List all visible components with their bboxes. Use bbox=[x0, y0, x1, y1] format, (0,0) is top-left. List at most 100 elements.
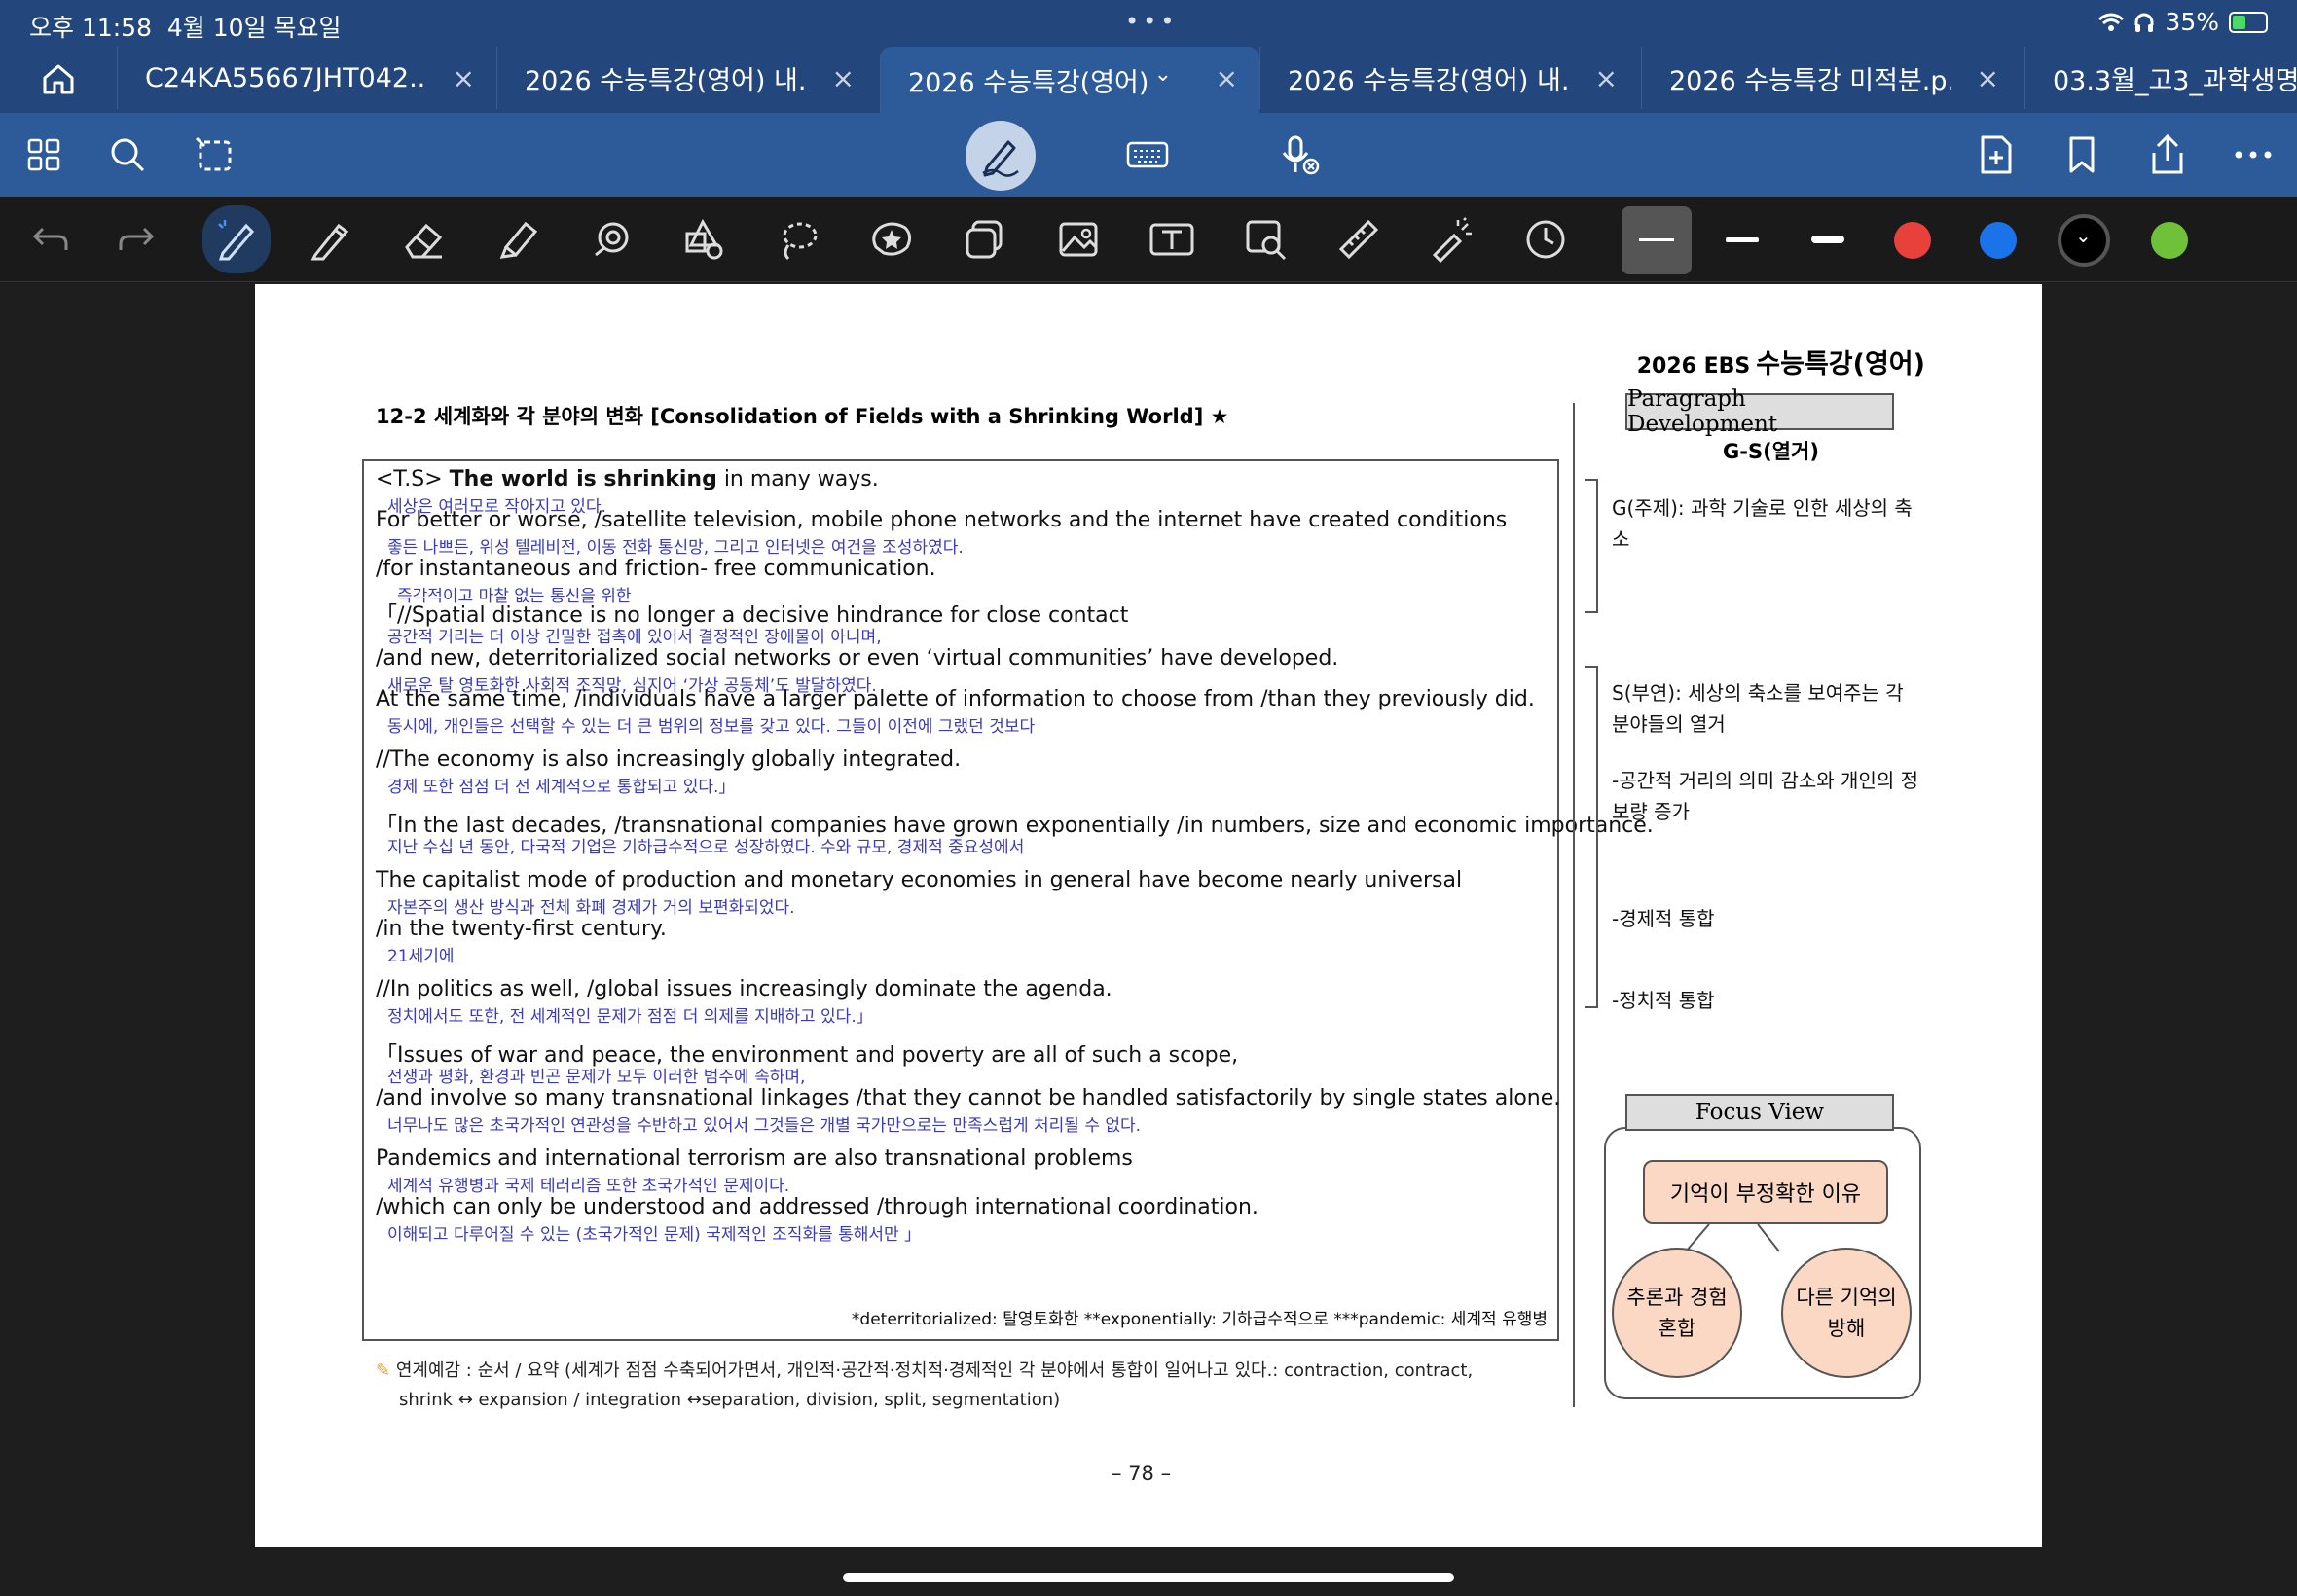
translation-line: 자본주의 생산 방식과 전체 화폐 경제가 거의 보편화되었다. bbox=[387, 898, 795, 918]
shapes-tool[interactable] bbox=[677, 212, 732, 267]
add-page-icon bbox=[1981, 135, 2012, 174]
passage-line: Pandemics and international terrorism ar… bbox=[376, 1146, 1133, 1171]
home-icon bbox=[43, 64, 74, 94]
redo-button[interactable] bbox=[109, 212, 164, 267]
status-right: 35% bbox=[2098, 8, 2268, 36]
lasso-tool[interactable] bbox=[771, 212, 825, 267]
share-button[interactable] bbox=[2143, 130, 2192, 179]
battery-icon bbox=[2229, 11, 2268, 33]
passage-line: /in the twenty-first century. bbox=[376, 917, 667, 941]
focus-main-node: 기억이 부정확한 이유 bbox=[1643, 1160, 1888, 1224]
history-tool[interactable] bbox=[1518, 212, 1573, 267]
pencil-tool[interactable] bbox=[304, 212, 358, 267]
close-icon[interactable]: × bbox=[453, 62, 475, 94]
lasso-select-button[interactable] bbox=[191, 130, 239, 179]
undo-button[interactable] bbox=[23, 212, 78, 267]
passage-line: The capitalist mode of production and mo… bbox=[376, 868, 1463, 892]
image-tool[interactable] bbox=[1051, 212, 1106, 267]
translation-line: 동시에, 개인들은 선택할 수 있는 더 큰 범위의 정보를 갖고 있다. 그들… bbox=[387, 717, 1036, 737]
color-green-swatch[interactable] bbox=[2151, 222, 2188, 259]
bookmark-icon bbox=[2069, 136, 2095, 173]
image-search-tool[interactable] bbox=[1238, 212, 1293, 267]
vocabulary-footnote: *deterritorialized: 탈영토화한 **exponentiall… bbox=[851, 1310, 1548, 1329]
more-button[interactable] bbox=[2229, 130, 2278, 179]
multitask-dots[interactable]: ••• bbox=[1125, 8, 1178, 35]
focus-node-right: 다른 기억의 방해 bbox=[1781, 1248, 1912, 1378]
textbook-brand: 2026 EBS 수능특강(영어) bbox=[1636, 349, 1925, 380]
translation-line: 정치에서도 또한, 전 세계적인 문제가 점점 더 의제를 지배하고 있다.」 bbox=[387, 1007, 873, 1027]
tab-0[interactable]: C24KA55667JHT042... × bbox=[117, 47, 496, 109]
tab-label: C24KA55667JHT042... bbox=[145, 62, 427, 93]
passage-line: /which can only be understood and addres… bbox=[376, 1195, 1258, 1219]
detail-item: -정치적 통합 bbox=[1612, 989, 1715, 1012]
shape-tool[interactable] bbox=[584, 212, 638, 267]
ruler-icon bbox=[1338, 219, 1379, 260]
passage-line: At the same time, /individuals have a la… bbox=[376, 687, 1535, 711]
specific-statement: S(부연): 세상의 축소를 보여주는 각 분야들의 열거 bbox=[1612, 681, 1904, 736]
dictation-button[interactable] bbox=[1275, 130, 1324, 179]
pencil-note-icon: ✎ bbox=[376, 1360, 391, 1381]
sticker-icon bbox=[872, 222, 912, 256]
tab-3[interactable]: 2026 수능특강(영어) 내... × bbox=[1259, 47, 1639, 109]
document-toolbar bbox=[0, 113, 2297, 197]
tab-1[interactable]: 2026 수능특강(영어) 내... × bbox=[496, 47, 876, 109]
section-heading: 12-2 세계화와 각 분야의 변화 [Consolidation of Fie… bbox=[376, 405, 1229, 428]
tab-label: 2026 수능특강(영어)... bbox=[908, 67, 1151, 98]
text-box-icon bbox=[1149, 223, 1194, 256]
close-icon[interactable]: × bbox=[1595, 62, 1618, 94]
ruler-tool[interactable] bbox=[1331, 212, 1386, 267]
tab-label: 2026 수능특강 미적분.p... bbox=[1669, 65, 1951, 96]
pen-mode-button[interactable] bbox=[966, 121, 1036, 191]
undo-icon bbox=[32, 227, 68, 250]
chevron-down-icon: ⌄ bbox=[2075, 224, 2092, 247]
tab-bar: C24KA55667JHT042... × 2026 수능특강(영어) 내... ×… bbox=[0, 45, 2297, 113]
color-black-swatch-selected[interactable]: ⌄ bbox=[2058, 214, 2110, 267]
chevron-down-icon[interactable]: ⌄ bbox=[1154, 62, 1172, 87]
structure-label: G-S(열거) bbox=[1723, 440, 1819, 463]
bookmark-button[interactable] bbox=[2058, 130, 2106, 179]
grid-view-button[interactable] bbox=[19, 130, 68, 179]
stroke-thin-option-selected[interactable] bbox=[1622, 206, 1692, 274]
image-icon bbox=[1059, 222, 1098, 257]
focus-view-title: Focus View bbox=[1625, 1094, 1894, 1131]
microphone-off-icon bbox=[1282, 135, 1320, 175]
laser-pointer-tool[interactable] bbox=[1425, 212, 1479, 267]
color-red-swatch[interactable] bbox=[1894, 222, 1931, 259]
tab-4[interactable]: 2026 수능특강 미적분.p... × bbox=[1641, 47, 2021, 109]
document-page[interactable]: 2026 EBS 수능특강(영어) 12-2 세계화와 각 분야의 변화 [Con… bbox=[255, 284, 2042, 1547]
share-icon bbox=[2152, 133, 2183, 174]
passage-line: /and involve so many transnational linka… bbox=[376, 1086, 1561, 1110]
translation-line: 너무나도 많은 초국가적인 연관성을 수반하고 있어서 그것들은 개별 국가만으… bbox=[387, 1116, 1142, 1136]
wifi-icon bbox=[2098, 13, 2125, 31]
close-icon[interactable]: × bbox=[832, 62, 855, 94]
fountain-pen-icon bbox=[218, 220, 255, 261]
tab-5[interactable]: 03.3월_고3_과학생명... bbox=[2024, 47, 2297, 109]
home-indicator[interactable] bbox=[843, 1573, 1454, 1582]
highlighter-tool[interactable] bbox=[491, 212, 545, 267]
paragraph-development-title: Paragraph Development bbox=[1625, 386, 1894, 437]
sticker-tool[interactable] bbox=[864, 212, 919, 267]
search-button[interactable] bbox=[103, 130, 152, 179]
eraser-tool[interactable] bbox=[397, 212, 452, 267]
text-tool[interactable] bbox=[1145, 212, 1199, 267]
laser-pointer-icon bbox=[1432, 217, 1472, 263]
close-icon[interactable]: × bbox=[1216, 62, 1238, 94]
headphones-icon bbox=[2134, 13, 2154, 32]
bracket-general bbox=[1585, 479, 1598, 613]
add-page-button[interactable] bbox=[1972, 130, 2021, 179]
elements-tool[interactable] bbox=[958, 212, 1012, 267]
home-button[interactable] bbox=[0, 45, 117, 113]
translation-line: 공간적 거리는 더 이상 긴밀한 접촉에 있어서 결정적인 장애물이 아니며, bbox=[387, 628, 882, 647]
goodnotes-app: 오후 11:58 4월 10일 목요일 ••• 35% C24KA55667JH… bbox=[0, 0, 2297, 1596]
translation-line: 전쟁과 평화, 환경과 빈곤 문제가 모두 이러한 범주에 속하며, bbox=[387, 1068, 806, 1087]
tab-2-active[interactable]: 2026 수능특강(영어)... ⌄ × bbox=[880, 47, 1259, 113]
color-blue-swatch[interactable] bbox=[1980, 222, 2017, 259]
close-icon[interactable]: × bbox=[1977, 62, 1999, 94]
detail-item: -공간적 거리의 의미 감소와 개인의 정보량 증가 bbox=[1612, 769, 1919, 823]
stroke-thick-option[interactable] bbox=[1801, 212, 1855, 267]
stroke-medium-option[interactable] bbox=[1715, 212, 1769, 267]
bracket-specific bbox=[1585, 666, 1598, 1008]
keyboard-mode-button[interactable] bbox=[1123, 130, 1172, 179]
pen-icon bbox=[982, 140, 1019, 177]
fountain-pen-tool[interactable] bbox=[202, 205, 271, 273]
